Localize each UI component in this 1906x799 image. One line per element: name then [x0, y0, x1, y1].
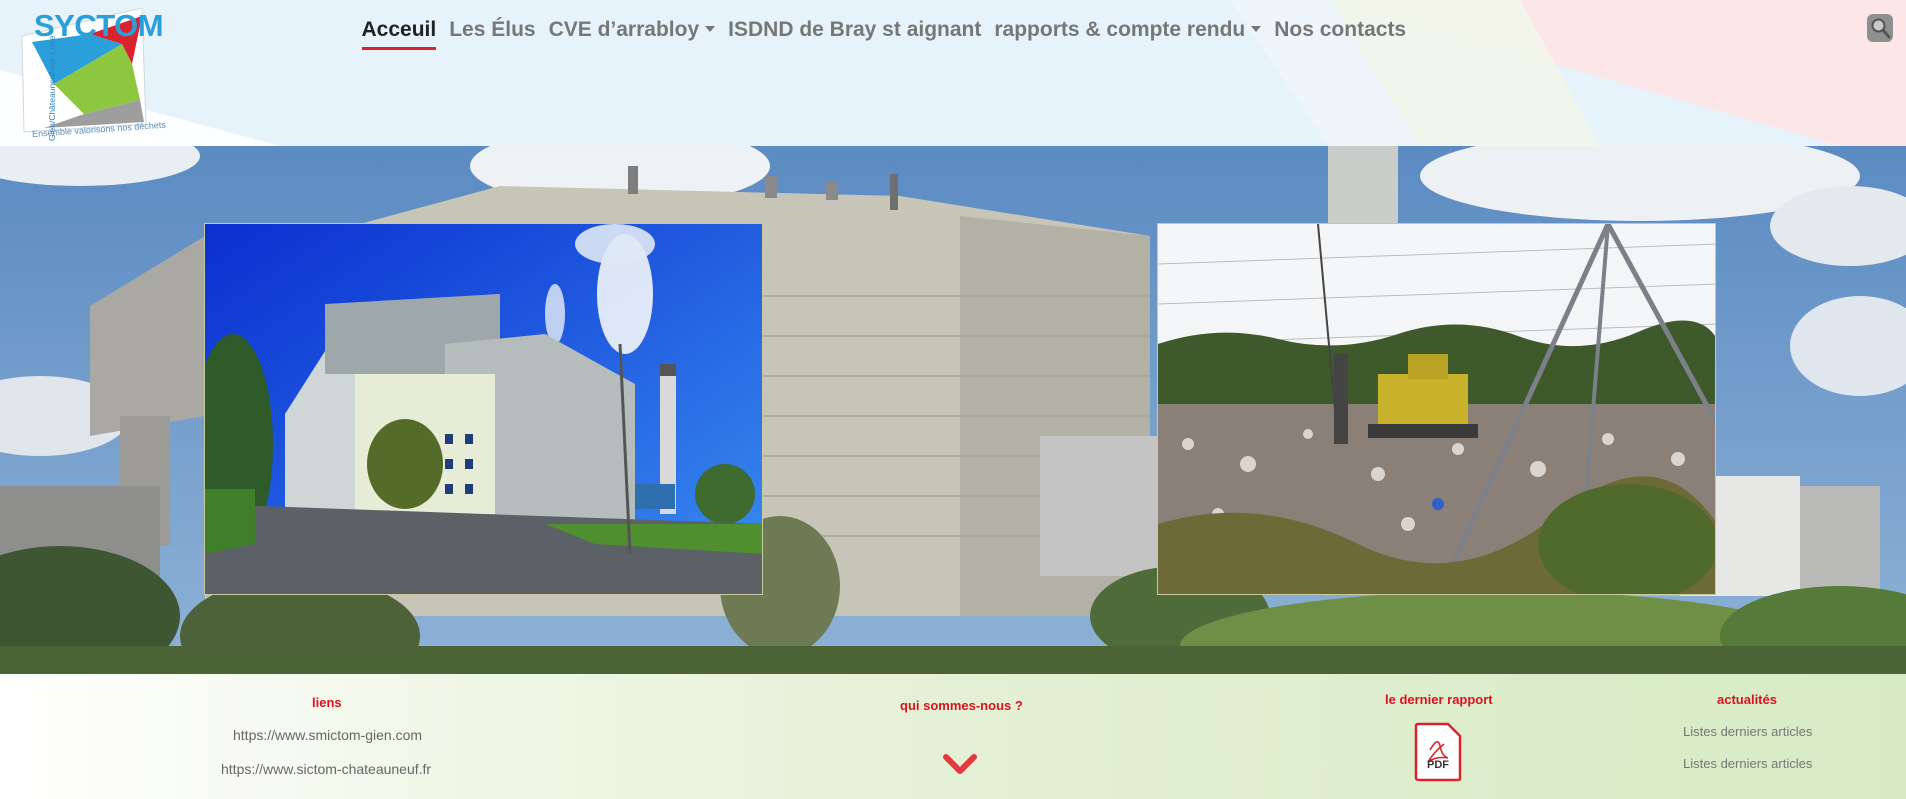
logo-location-text: Gien/Châteauneuf-sur-Loire	[47, 35, 57, 141]
caret-down-icon	[1251, 26, 1262, 32]
isdnd-landfill-image	[1158, 224, 1715, 594]
nav-item-label: ISDND de Bray st aignant	[728, 18, 982, 41]
search-icon	[1871, 18, 1891, 39]
footer-about-title: qui sommes-nous ?	[900, 698, 1023, 713]
nav-item-label: Les Élus	[449, 18, 536, 41]
nav-item-label: rapports & compte rendu	[994, 18, 1246, 41]
footer-news-item[interactable]: Listes derniers articles	[1683, 756, 1812, 771]
search-button[interactable]	[1867, 14, 1893, 42]
chevron-down-icon[interactable]	[942, 752, 978, 781]
pdf-icon-graphic	[1414, 722, 1462, 782]
footer-link-smictom[interactable]: https://www.smictom-gien.com	[233, 727, 422, 743]
nav-item-acceuil[interactable]: Acceuil	[355, 16, 443, 50]
footer-report-title: le dernier rapport	[1385, 692, 1493, 707]
nav-item-isdnd-bray[interactable]: ISDND de Bray st aignant	[722, 16, 988, 44]
nav-item-contacts[interactable]: Nos contacts	[1268, 16, 1413, 44]
nav-item-rapports[interactable]: rapports & compte rendu	[988, 16, 1268, 44]
footer-link-sictom[interactable]: https://www.sictom-chateauneuf.fr	[221, 761, 431, 777]
site-header: SYCTOM Gien/Châteauneuf-sur-Loire Ensemb…	[0, 0, 1906, 146]
pdf-icon-label: PDF	[1427, 759, 1449, 771]
caret-down-icon	[705, 26, 716, 32]
nav-item-les-elus[interactable]: Les Élus	[443, 16, 542, 44]
hero-section	[0, 146, 1906, 674]
chevron-down-icon-graphic	[943, 754, 977, 774]
main-navigation: Acceuil Les Élus CVE d’arrabloy ISDND de…	[355, 16, 1413, 50]
footer-news-item[interactable]: Listes derniers articles	[1683, 724, 1812, 739]
site-logo[interactable]: SYCTOM Gien/Châteauneuf-sur-Loire Ensemb…	[14, 4, 166, 141]
cve-plant-photo[interactable]	[204, 223, 763, 595]
nav-item-label: Nos contacts	[1274, 18, 1407, 41]
footer-links-title: liens	[312, 695, 342, 710]
pdf-icon[interactable]: PDF	[1414, 722, 1462, 782]
isdnd-landfill-photo[interactable]	[1157, 223, 1716, 595]
cve-plant-image	[205, 224, 762, 594]
footer-news-title: actualités	[1717, 692, 1777, 707]
nav-item-label: CVE d’arrabloy	[548, 18, 700, 41]
nav-item-label: Acceuil	[361, 18, 437, 41]
nav-item-cve-arrabloy[interactable]: CVE d’arrabloy	[542, 16, 722, 44]
